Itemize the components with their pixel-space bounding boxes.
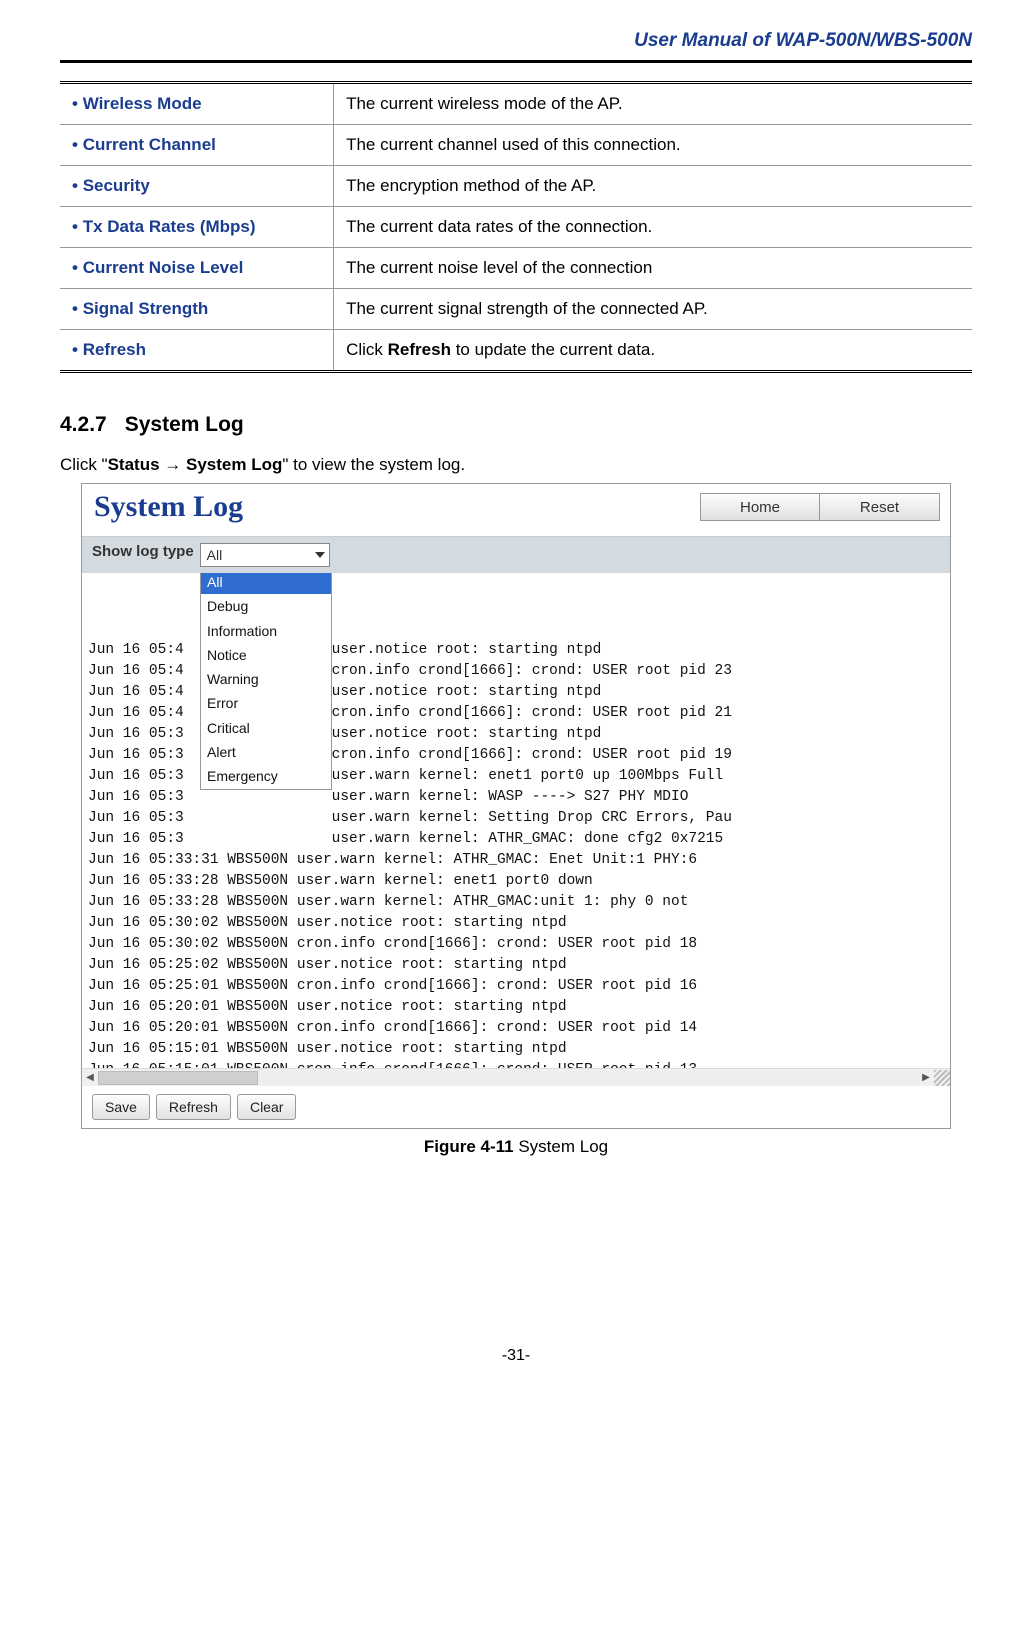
- log-type-select[interactable]: All: [200, 543, 330, 567]
- figure-label-bold: Figure 4-11: [424, 1137, 514, 1156]
- syslog-title: System Log: [94, 490, 243, 524]
- instr-post: " to view the system log.: [282, 455, 465, 474]
- chevron-down-icon: [315, 552, 325, 558]
- page-number: -31-: [60, 1347, 972, 1365]
- scroll-left-icon[interactable]: [82, 1070, 98, 1086]
- param-desc: The current noise level of the connectio…: [334, 248, 972, 289]
- param-desc: The current data rates of the connection…: [334, 207, 972, 248]
- select-option[interactable]: Debug: [201, 594, 331, 618]
- scroll-track[interactable]: [98, 1071, 918, 1085]
- table-row: Current ChannelThe current channel used …: [60, 125, 972, 166]
- reset-button[interactable]: Reset: [820, 493, 940, 521]
- param-label: Tx Data Rates (Mbps): [60, 207, 334, 248]
- table-row: RefreshClick Refresh to update the curre…: [60, 330, 972, 372]
- section-heading: 4.2.7 System Log: [60, 413, 972, 437]
- param-label: Security: [60, 166, 334, 207]
- instr-pre: Click ": [60, 455, 108, 474]
- table-row: SecurityThe encryption method of the AP.: [60, 166, 972, 207]
- select-option[interactable]: Notice: [201, 643, 331, 667]
- select-option[interactable]: Warning: [201, 667, 331, 691]
- instr-arrow: →: [160, 455, 186, 474]
- select-value: All: [207, 547, 223, 563]
- manual-header-title: User Manual of WAP-500N/WBS-500N: [60, 30, 972, 52]
- select-option[interactable]: Alert: [201, 740, 331, 764]
- param-label: Current Channel: [60, 125, 334, 166]
- select-option[interactable]: Emergency: [201, 764, 331, 788]
- select-option[interactable]: Information: [201, 619, 331, 643]
- figure-label-rest: System Log: [514, 1137, 609, 1156]
- refresh-button[interactable]: Refresh: [156, 1094, 231, 1120]
- syslog-titlebar: System Log Home Reset: [82, 484, 950, 537]
- section-title: System Log: [125, 413, 244, 436]
- section-instruction: Click "Status → System Log" to view the …: [60, 455, 972, 475]
- select-option[interactable]: Critical: [201, 716, 331, 740]
- table-row: Signal StrengthThe current signal streng…: [60, 289, 972, 330]
- param-label: Signal Strength: [60, 289, 334, 330]
- horizontal-scrollbar[interactable]: [82, 1068, 950, 1086]
- system-log-window: System Log Home Reset Show log type All …: [81, 483, 951, 1129]
- resize-grip-icon[interactable]: [934, 1070, 950, 1086]
- instr-bold-1: Status: [108, 455, 160, 474]
- param-desc: The current signal strength of the conne…: [334, 289, 972, 330]
- scroll-right-icon[interactable]: [918, 1070, 934, 1086]
- filter-label: Show log type: [92, 543, 194, 560]
- action-row: Save Refresh Clear: [82, 1086, 950, 1128]
- figure-caption: Figure 4-11 System Log: [60, 1137, 972, 1157]
- scroll-thumb[interactable]: [98, 1071, 258, 1085]
- save-button[interactable]: Save: [92, 1094, 150, 1120]
- table-row: Wireless ModeThe current wireless mode o…: [60, 83, 972, 125]
- select-option[interactable]: Error: [201, 691, 331, 715]
- param-desc: The current channel used of this connect…: [334, 125, 972, 166]
- param-label: Wireless Mode: [60, 83, 334, 125]
- clear-button[interactable]: Clear: [237, 1094, 296, 1120]
- log-type-dropdown-open[interactable]: AllDebugInformationNoticeWarningErrorCri…: [200, 573, 332, 790]
- table-row: Tx Data Rates (Mbps)The current data rat…: [60, 207, 972, 248]
- filter-bar: Show log type All: [82, 537, 950, 573]
- instr-bold-2: System Log: [186, 455, 282, 474]
- select-option[interactable]: All: [201, 573, 331, 594]
- param-label: Current Noise Level: [60, 248, 334, 289]
- param-label: Refresh: [60, 330, 334, 372]
- header-rule: [60, 60, 972, 63]
- parameter-table: Wireless ModeThe current wireless mode o…: [60, 81, 972, 373]
- home-button[interactable]: Home: [700, 493, 820, 521]
- section-number: 4.2.7: [60, 413, 107, 437]
- param-desc: The current wireless mode of the AP.: [334, 83, 972, 125]
- param-desc: Click Refresh to update the current data…: [334, 330, 972, 372]
- param-desc: The encryption method of the AP.: [334, 166, 972, 207]
- log-text-area[interactable]: AllDebugInformationNoticeWarningErrorCri…: [82, 573, 950, 1068]
- table-row: Current Noise LevelThe current noise lev…: [60, 248, 972, 289]
